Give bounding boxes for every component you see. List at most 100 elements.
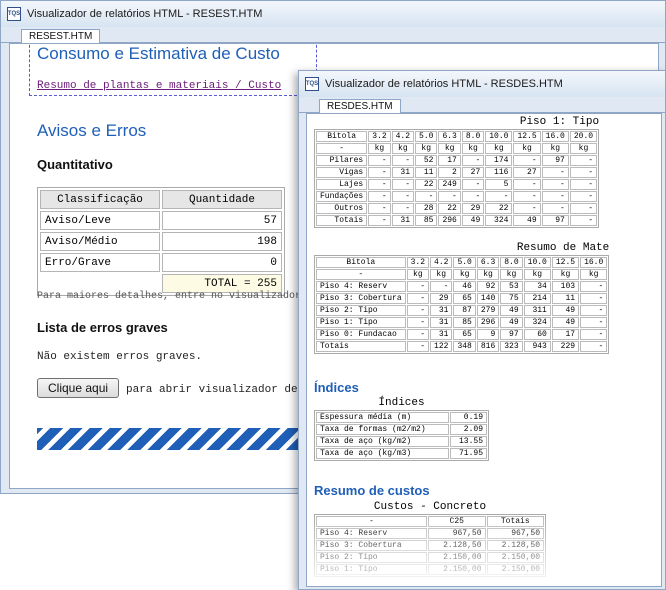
table-cell: 967,50 bbox=[486, 528, 544, 539]
custos-table: Custos - Concreto - C25 Totais Piso 4: Rese… bbox=[314, 501, 546, 577]
table-cell: - bbox=[391, 191, 415, 202]
table-cell: - bbox=[415, 191, 438, 202]
tab-resdes[interactable]: RESDES.HTM bbox=[319, 99, 401, 113]
table-row: Piso 1: Tipo -31 85 296 49 324 49- bbox=[316, 317, 608, 328]
table-row: Totais -31 85 296 49 324 49 97- bbox=[316, 215, 598, 226]
table-cell: 116 bbox=[485, 167, 513, 178]
table-cell: - bbox=[541, 203, 569, 214]
table-cell: - bbox=[569, 155, 598, 166]
table-cell: - bbox=[513, 155, 541, 166]
table-cell: 816 bbox=[476, 341, 500, 352]
table-row: Piso 4: Reserv 967,50 967,50 bbox=[316, 528, 544, 539]
tab-resest[interactable]: RESEST.HTM bbox=[21, 29, 101, 43]
table-cell: - bbox=[569, 179, 598, 190]
table-header: Totais bbox=[486, 516, 544, 527]
table-cell: 49 bbox=[500, 305, 523, 316]
title-bar[interactable]: TQS Visualizador de relatórios HTML - RE… bbox=[299, 71, 665, 97]
table-cell: 31 bbox=[391, 215, 415, 226]
table-row: Aviso/Médio 198 bbox=[40, 232, 282, 251]
table-cell: 49 bbox=[513, 215, 541, 226]
table-row: Espessura média (m) 0.19 bbox=[316, 412, 487, 423]
table-cell: Espessura média (m) bbox=[316, 412, 449, 423]
table-cell: Piso 3: Cobertura bbox=[316, 540, 428, 551]
table-cell: - bbox=[461, 191, 485, 202]
table-cell: 53 bbox=[500, 281, 523, 292]
table-cell: - bbox=[391, 179, 415, 190]
table-cell: 49 bbox=[461, 215, 485, 226]
table-cell: 0.19 bbox=[449, 412, 487, 423]
table-cell: 28 bbox=[415, 203, 438, 214]
table-cell: - bbox=[580, 293, 608, 304]
table-cell: 57 bbox=[162, 211, 282, 230]
table-header: Quantidade bbox=[162, 190, 282, 209]
table-cell: 11 bbox=[551, 293, 580, 304]
table-cell: - bbox=[406, 305, 430, 316]
window-resdes: TQS Visualizador de relatórios HTML - RE… bbox=[298, 70, 666, 590]
table-cell: 65 bbox=[453, 329, 476, 340]
table-cell: - bbox=[541, 179, 569, 190]
table-cell: - bbox=[406, 341, 430, 352]
table-cell: - bbox=[569, 203, 598, 214]
table-cell: 49 bbox=[500, 317, 523, 328]
table-cell: 22 bbox=[415, 179, 438, 190]
table-cell: 2.128,50 bbox=[486, 540, 544, 551]
table-row: Aviso/Leve 57 bbox=[40, 211, 282, 230]
table-row: Lajes - -22 249-5- - - bbox=[316, 179, 598, 190]
table-cell: 46 bbox=[453, 281, 476, 292]
table-cell: Piso 1: Tipo bbox=[316, 564, 428, 575]
table-cell: kg bbox=[368, 143, 391, 154]
table-cell: - bbox=[580, 281, 608, 292]
table-header: C25 bbox=[428, 516, 486, 527]
table-cell: 31 bbox=[430, 329, 453, 340]
table-cell: Taxa de formas (m2/m2) bbox=[316, 424, 449, 435]
table-header: Bitola bbox=[316, 257, 406, 268]
table-cell: 296 bbox=[438, 215, 461, 226]
header-row: Bitola 3.2 4.2 5.0 6.3 8.0 10.0 12.5 16.0 20.0 bbox=[316, 131, 598, 142]
indices-heading: Índices bbox=[314, 380, 359, 395]
table-header: 5.0 bbox=[415, 131, 438, 142]
table-cell: 2.09 bbox=[449, 424, 487, 435]
table-cell: 75 bbox=[500, 293, 523, 304]
table-row: Fundações - - - - - - - - - bbox=[316, 191, 598, 202]
custos-heading: Resumo de custos bbox=[314, 483, 430, 498]
clique-aqui-button[interactable]: Clique aqui bbox=[37, 378, 120, 398]
button-note: para abrir visualizador de bbox=[126, 384, 298, 396]
table-cell: Piso 4: Reserv bbox=[316, 281, 406, 292]
details-note: Para maiores detalhes, entre no visualiz… bbox=[37, 291, 314, 302]
table-cell: - bbox=[569, 215, 598, 226]
title-bar[interactable]: TQS Visualizador de relatórios HTML - RE… bbox=[1, 1, 665, 27]
table-cell: 943 bbox=[523, 341, 551, 352]
table-header: 3.2 bbox=[406, 257, 430, 268]
tab-strip: RESEST.HTM bbox=[1, 27, 665, 43]
table-header: 5.0 bbox=[453, 257, 476, 268]
avisos-heading: Avisos e Erros bbox=[37, 121, 147, 140]
table-cell: - bbox=[368, 179, 391, 190]
table-row: Taxa de formas (m2/m2) 2.09 bbox=[316, 424, 487, 435]
table-cell: kg bbox=[406, 269, 430, 280]
table-row: Piso 2: Tipo 2.150,00 2.150,00 bbox=[316, 552, 544, 563]
table-row: Erro/Grave 0 bbox=[40, 253, 282, 272]
table-cell: Vigas bbox=[316, 167, 368, 178]
table-header: 8.0 bbox=[500, 257, 523, 268]
table-cell: 122 bbox=[430, 341, 453, 352]
table-header: 4.2 bbox=[430, 257, 453, 268]
table-cell: Taxa de aço (kg/m2) bbox=[316, 436, 449, 447]
table-cell: 348 bbox=[453, 341, 476, 352]
table-cell: kg bbox=[551, 269, 580, 280]
table-cell: 323 bbox=[500, 341, 523, 352]
table-header: - bbox=[316, 516, 428, 527]
table-header: 12.5 bbox=[513, 131, 541, 142]
fade-overlay-right bbox=[621, 114, 661, 586]
table-row: Taxa de aço (kg/m2) 13.55 bbox=[316, 436, 487, 447]
table-cell: - bbox=[316, 269, 406, 280]
table-cell: - bbox=[580, 341, 608, 352]
table-cell: kg bbox=[580, 269, 608, 280]
header-row: Bitola 3.2 4.2 5.0 6.3 8.0 10.0 12.5 16.0 bbox=[316, 257, 608, 268]
table-cell: 9 bbox=[476, 329, 500, 340]
table-cell: Piso 4: Reserv bbox=[316, 528, 428, 539]
table-cell: - bbox=[513, 179, 541, 190]
table-cell: kg bbox=[485, 143, 513, 154]
resumo-link[interactable]: Resumo de plantas e materiais / Custo bbox=[37, 80, 281, 92]
table-cell: - bbox=[569, 167, 598, 178]
table-cell: 71.95 bbox=[449, 448, 487, 459]
